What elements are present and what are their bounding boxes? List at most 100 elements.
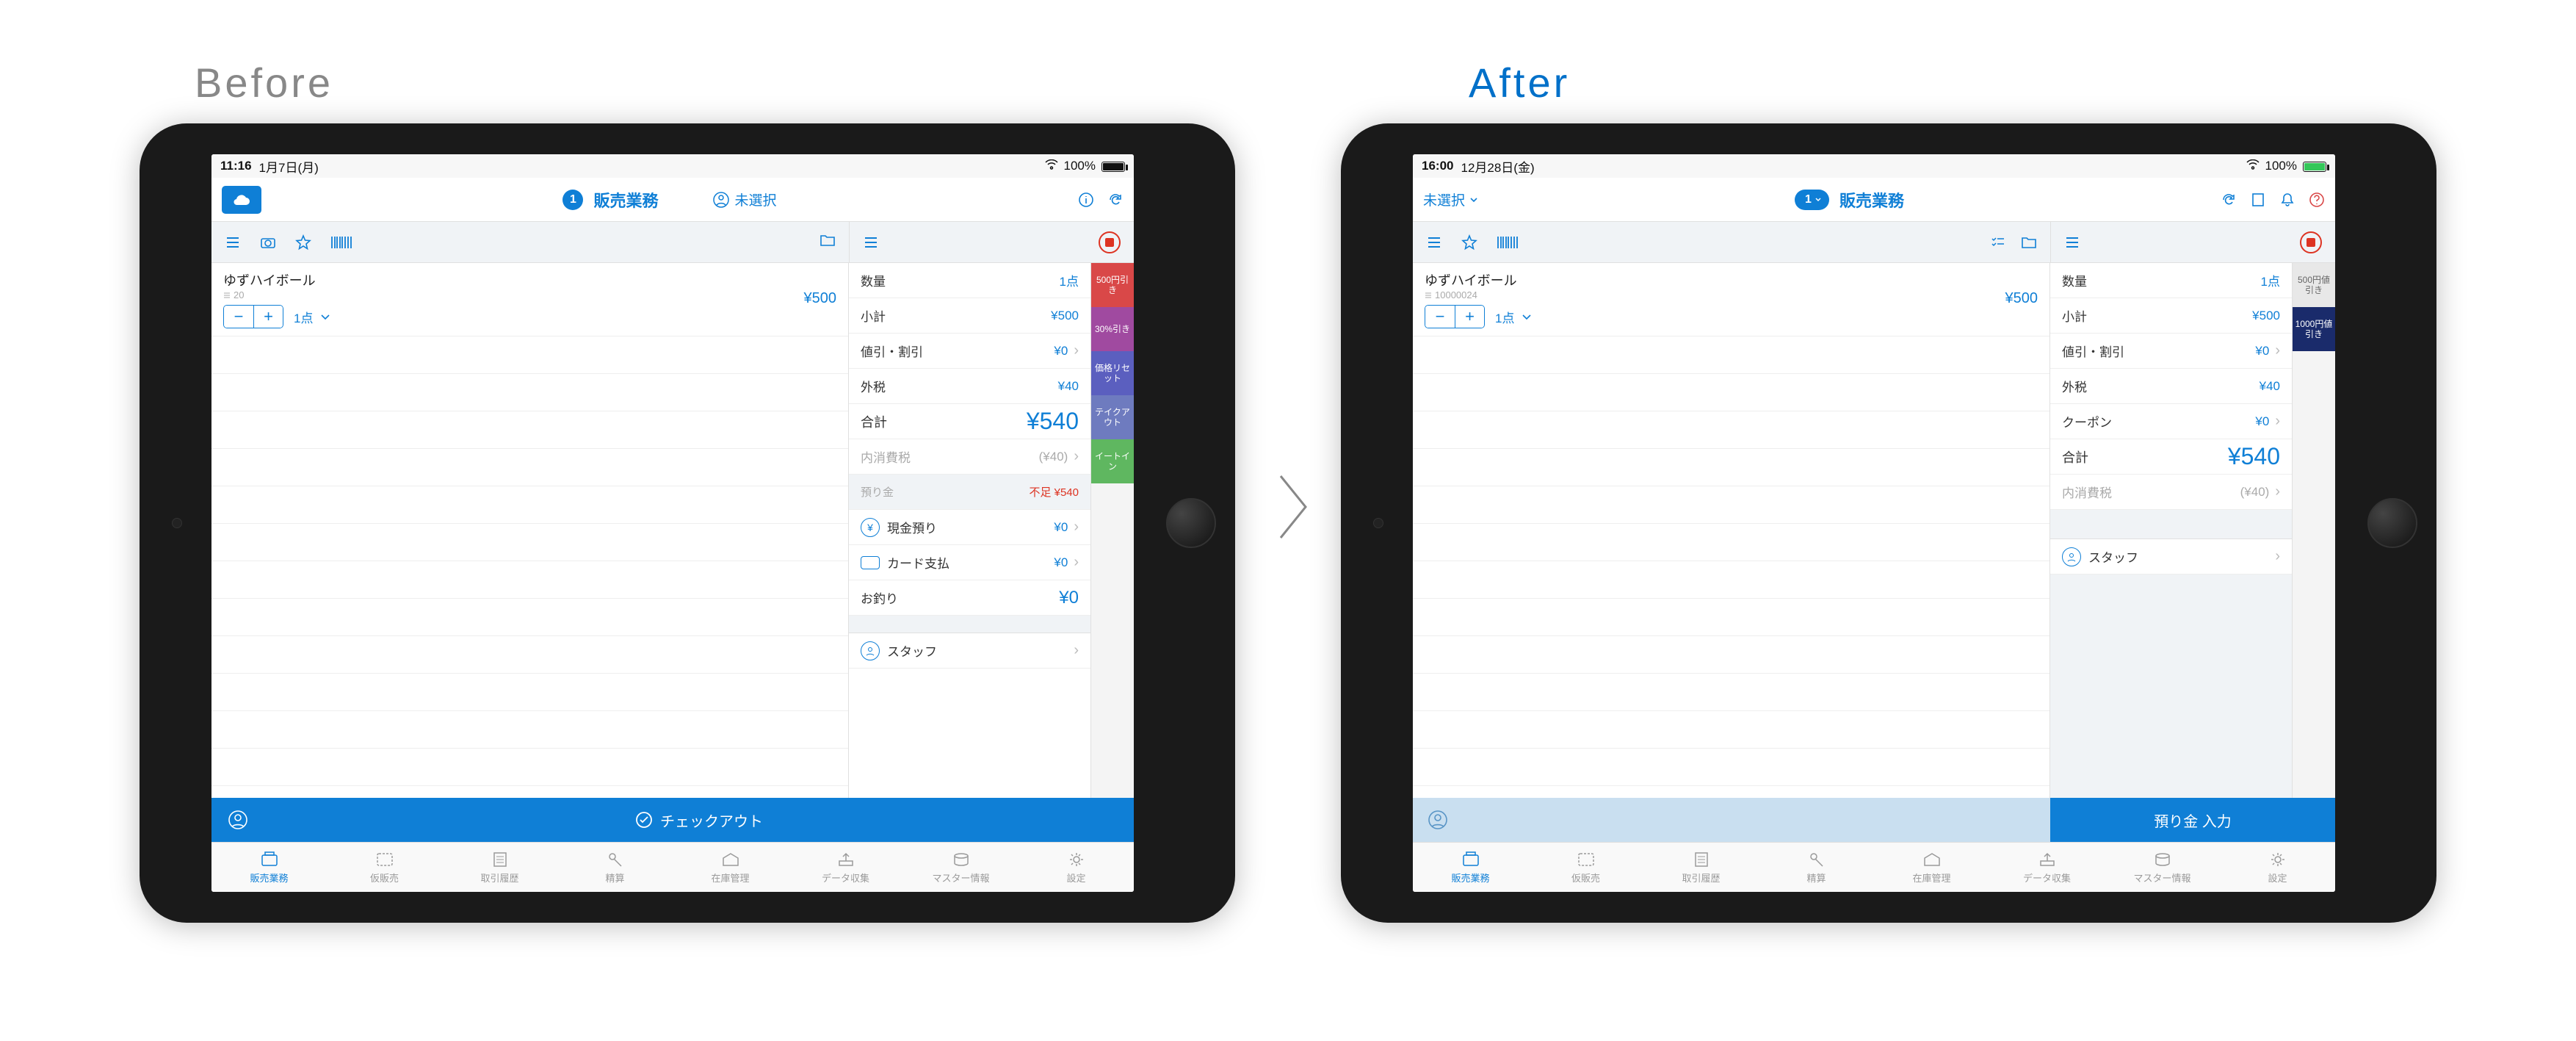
row-qty: 数量1点	[2050, 263, 2292, 298]
chevron-down-icon[interactable]	[317, 309, 333, 325]
barcode-icon[interactable]	[330, 234, 352, 251]
checklist-icon[interactable]	[1990, 234, 2006, 251]
toolbar	[211, 222, 1134, 263]
tag-3[interactable]: テイクアウト	[1091, 395, 1134, 439]
tag-2[interactable]: 価格リセット	[1091, 351, 1134, 395]
row-innertax: 内消費税(¥40)›	[2050, 475, 2292, 510]
header-title: 販売業務	[1839, 188, 1904, 212]
row-coupon[interactable]: クーポン¥0›	[2050, 404, 2292, 439]
checkout-button[interactable]: チェックアウト	[264, 798, 1134, 842]
tag-0[interactable]: 500円値引き	[2293, 263, 2335, 307]
tab-5[interactable]: データ収集	[1989, 843, 2105, 892]
tab-3[interactable]: 精算	[557, 843, 673, 892]
tab-7[interactable]: 設定	[2220, 843, 2335, 892]
info-icon[interactable]	[1078, 192, 1094, 208]
row-change: お釣り¥0	[849, 580, 1090, 616]
tab-5[interactable]: データ収集	[788, 843, 903, 892]
record-button[interactable]	[1099, 231, 1121, 253]
ipad-camera	[1373, 518, 1383, 528]
item-code: 10000024	[1425, 289, 2038, 300]
tab-2[interactable]: 取引履歴	[1643, 843, 1759, 892]
cart-item[interactable]: ゆずハイボール 10000024 − + 1点 ¥500	[1413, 263, 2049, 336]
menu-icon[interactable]	[863, 234, 879, 251]
tag-1[interactable]: 30%引き	[1091, 307, 1134, 351]
list-icon[interactable]	[225, 234, 241, 251]
quantity-stepper[interactable]: − +	[223, 305, 283, 328]
tag-0[interactable]: 500円引き	[1091, 263, 1134, 307]
wifi-icon	[2246, 159, 2260, 173]
tags-column: 500円値引き 1000円値引き	[2293, 263, 2335, 798]
quantity-stepper[interactable]: − +	[1425, 305, 1485, 328]
header-title: 販売業務	[593, 188, 658, 212]
item-name: ゆずハイボール	[1425, 270, 2038, 289]
battery-icon	[1101, 159, 1125, 173]
user-button[interactable]	[1413, 798, 2050, 842]
star-icon[interactable]	[295, 234, 311, 251]
folder-icon[interactable]	[820, 232, 836, 248]
qty-label: 1点	[1495, 308, 1514, 326]
qty-minus[interactable]: −	[224, 306, 253, 328]
cloud-button[interactable]	[222, 186, 261, 214]
tab-6[interactable]: マスター情報	[2105, 843, 2220, 892]
receipt-icon[interactable]	[2250, 192, 2266, 208]
help-icon[interactable]	[2309, 192, 2325, 208]
refresh-icon[interactable]	[2221, 192, 2237, 208]
row-staff[interactable]: スタッフ›	[849, 633, 1090, 669]
row-qty: 数量1点	[849, 263, 1090, 298]
wifi-icon	[1045, 159, 1058, 173]
tab-0[interactable]: 販売業務	[1413, 843, 1528, 892]
barcode-icon[interactable]	[1497, 234, 1519, 251]
row-discount[interactable]: 値引・割引¥0›	[849, 334, 1090, 369]
refresh-icon[interactable]	[1107, 192, 1124, 208]
qty-plus[interactable]: +	[1455, 306, 1484, 328]
tab-3[interactable]: 精算	[1759, 843, 1874, 892]
status-bar: 11:16 1月7日(月) 100%	[211, 154, 1134, 178]
record-button[interactable]	[2300, 231, 2322, 253]
item-price: ¥500	[804, 290, 837, 307]
row-innertax: 内消費税(¥40)›	[849, 439, 1090, 475]
qty-minus[interactable]: −	[1425, 306, 1455, 328]
qty-plus[interactable]: +	[253, 306, 283, 328]
ipad-home-button[interactable]	[1166, 498, 1216, 548]
deposit-button[interactable]: 預り金 入力	[2050, 798, 2335, 842]
staff-dropdown[interactable]: 未選択	[1423, 190, 1478, 209]
item-name: ゆずハイボール	[223, 270, 836, 289]
tab-bar: 販売業務 仮販売 取引履歴 精算 在庫管理 データ収集 マスター情報 設定	[1413, 842, 2335, 892]
tag-1[interactable]: 1000円値引き	[2293, 307, 2335, 351]
header-badge[interactable]: 1	[562, 190, 583, 210]
row-cash[interactable]: ¥現金預り¥0›	[849, 510, 1090, 545]
user-button[interactable]	[211, 798, 264, 842]
folder-icon[interactable]	[2021, 234, 2037, 251]
tab-7[interactable]: 設定	[1019, 843, 1134, 892]
camera-icon[interactable]	[260, 234, 276, 251]
tag-4[interactable]: イートイン	[1091, 439, 1134, 483]
tab-1[interactable]: 仮販売	[1528, 843, 1643, 892]
empty-rows	[1413, 336, 2049, 798]
bell-icon[interactable]	[2279, 192, 2295, 208]
row-staff[interactable]: スタッフ›	[2050, 539, 2292, 574]
ipad-before: 11:16 1月7日(月) 100% 1 販売業務 未選択	[140, 123, 1235, 923]
tab-4[interactable]: 在庫管理	[1874, 843, 1989, 892]
tab-6[interactable]: マスター情報	[903, 843, 1019, 892]
list-icon[interactable]	[1426, 234, 1442, 251]
row-discount[interactable]: 値引・割引¥0›	[2050, 334, 2292, 369]
dropdown-label: 未選択	[1423, 190, 1465, 209]
cart-item[interactable]: ゆずハイボール 20 − + 1点 ¥500	[211, 263, 848, 336]
tab-1[interactable]: 仮販売	[327, 843, 442, 892]
qty-label: 1点	[294, 308, 313, 326]
row-card[interactable]: カード支払¥0›	[849, 545, 1090, 580]
item-price: ¥500	[2005, 290, 2038, 307]
menu-icon[interactable]	[2064, 234, 2080, 251]
tab-0[interactable]: 販売業務	[211, 843, 327, 892]
tab-4[interactable]: 在庫管理	[673, 843, 788, 892]
chevron-down-icon[interactable]	[1519, 309, 1535, 325]
status-time: 11:16	[220, 159, 252, 173]
staff-selector[interactable]: 未選択	[713, 190, 777, 209]
summary-column: 数量1点 小計¥500 値引・割引¥0› 外税¥40 クーポン¥0› 合計¥54…	[2050, 263, 2293, 798]
status-time: 16:00	[1422, 159, 1453, 173]
header-badge[interactable]: 1	[1795, 190, 1829, 210]
tab-2[interactable]: 取引履歴	[442, 843, 557, 892]
star-icon[interactable]	[1461, 234, 1477, 251]
ipad-home-button[interactable]	[2367, 498, 2417, 548]
status-date: 12月28日(金)	[1461, 157, 1534, 176]
